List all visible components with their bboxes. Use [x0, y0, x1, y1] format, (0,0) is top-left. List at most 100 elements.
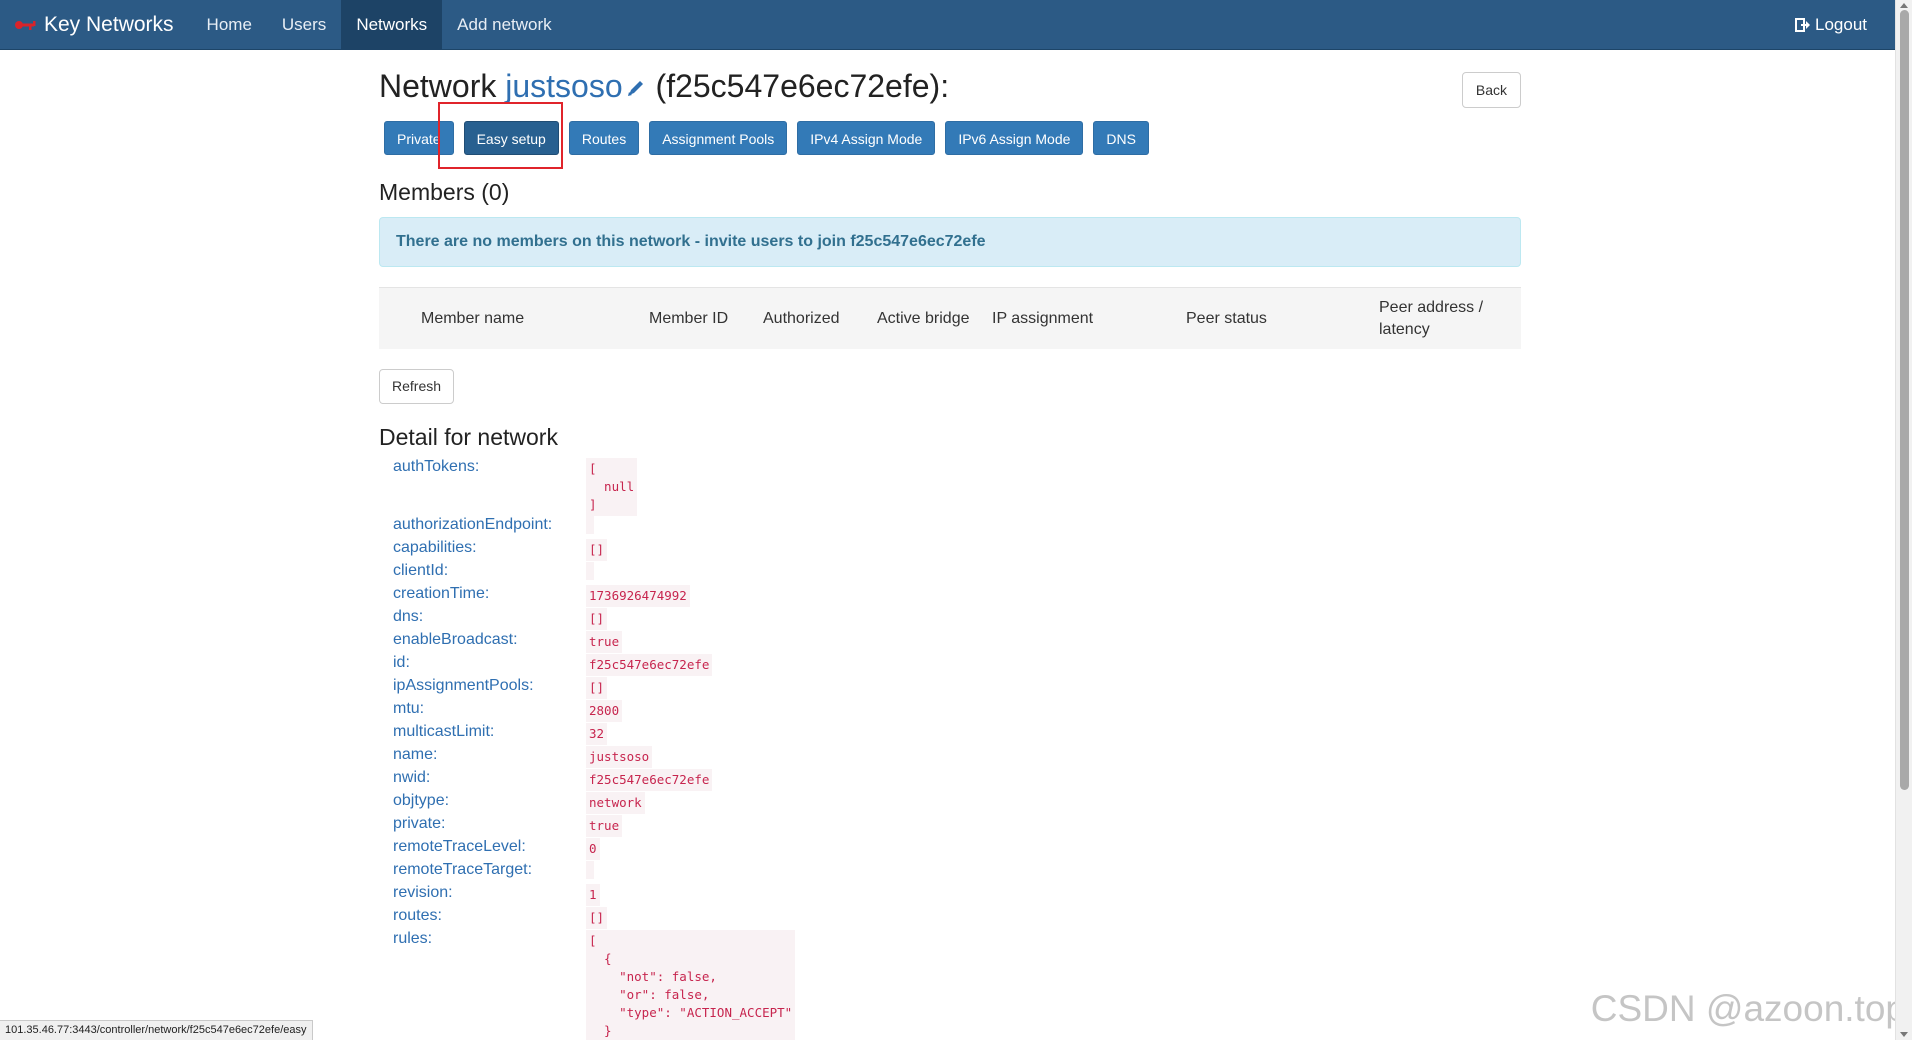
brand-link[interactable]: Key Networks: [0, 0, 192, 50]
detail-key: remoteTraceLevel:: [393, 838, 526, 855]
detail-row: name: justsoso: [393, 746, 1293, 769]
detail-key: revision:: [393, 884, 453, 901]
detail-key: remoteTraceTarget:: [393, 861, 533, 878]
nav-home[interactable]: Home: [192, 0, 267, 50]
status-bar-url: 101.35.46.77:3443/controller/network/f25…: [0, 1020, 313, 1040]
detail-value: f25c547e6ec72efe: [586, 769, 713, 791]
detail-row: id: f25c547e6ec72efe: [393, 654, 1293, 677]
watermark: CSDN @azoon.top: [1590, 988, 1906, 1029]
refresh-button[interactable]: Refresh: [379, 369, 455, 404]
detail-key: authorizationEndpoint:: [393, 516, 553, 533]
detail-row: routes: []: [393, 907, 1293, 930]
main-container: Network justsoso (f25c547e6ec72efe): Bac…: [379, 50, 1521, 124]
detail-value: []: [586, 907, 608, 929]
detail-key: clientId:: [393, 562, 449, 579]
pencil-icon[interactable]: [625, 77, 647, 99]
back-button[interactable]: Back: [1461, 72, 1521, 108]
detail-list: authTokens: [ null ] authorizationEndpoi…: [393, 458, 1293, 1040]
detail-key: dns:: [393, 608, 424, 625]
detail-row: nwid: f25c547e6ec72efe: [393, 769, 1293, 792]
title-row: Network justsoso (f25c547e6ec72efe): Bac…: [379, 50, 1521, 124]
detail-row: capabilities: []: [393, 539, 1293, 562]
logout-link[interactable]: Logout: [1795, 0, 1895, 50]
easy-setup-button[interactable]: Easy setup: [463, 121, 559, 155]
nav-add-network[interactable]: Add network: [442, 0, 567, 50]
vertical-scrollbar[interactable]: [1895, 0, 1912, 1040]
detail-value: [586, 861, 594, 879]
detail-key: rules:: [393, 930, 433, 947]
detail-value: f25c547e6ec72efe: [586, 654, 713, 676]
detail-row-rules: rules: [ { "not": false, "or": false, "t…: [393, 930, 1293, 1040]
detail-row: authorizationEndpoint:: [393, 516, 1293, 539]
detail-value: 0: [586, 838, 600, 860]
detail-value: [586, 516, 594, 534]
detail-row: clientId:: [393, 562, 1293, 585]
detail-value: []: [586, 539, 608, 561]
detail-row: remoteTraceLevel: 0: [393, 838, 1293, 861]
col-ip-assignment[interactable]: IP assignment: [992, 288, 1122, 350]
detail-value: [ { "not": false, "or": false, "type": "…: [586, 930, 796, 1040]
col-member-id[interactable]: Member ID: [649, 288, 749, 350]
dns-button[interactable]: DNS: [1093, 121, 1149, 155]
detail-row: mtu: 2800: [393, 700, 1293, 723]
members-table-header: Member name Member ID Authorized Active …: [379, 287, 1521, 349]
detail-key: name:: [393, 746, 438, 763]
detail-heading: Detail for network: [379, 424, 558, 450]
scrollbar-thumb[interactable]: [1900, 10, 1909, 790]
detail-key: multicastLimit:: [393, 723, 495, 740]
detail-value: 2800: [586, 700, 623, 722]
detail-key: id:: [393, 654, 410, 671]
detail-key: creationTime:: [393, 585, 490, 602]
routes-button[interactable]: Routes: [568, 121, 640, 155]
scroll-up-icon[interactable]: [1900, 3, 1908, 8]
detail-row: multicastLimit: 32: [393, 723, 1293, 746]
nav-networks[interactable]: Networks: [341, 0, 443, 50]
detail-value: justsoso: [586, 746, 653, 768]
col-member-name[interactable]: Member name: [421, 288, 601, 350]
detail-value: network: [586, 792, 645, 814]
col-peer-address[interactable]: Peer address / latency: [1379, 288, 1494, 350]
detail-value: 1736926474992: [586, 585, 690, 607]
col-active-bridge[interactable]: Active bridge: [877, 288, 987, 350]
detail-key: capabilities:: [393, 539, 477, 556]
detail-row: private: true: [393, 815, 1293, 838]
detail-value: 1: [586, 884, 600, 906]
private-button[interactable]: Private: [384, 121, 454, 155]
detail-row: enableBroadcast: true: [393, 631, 1293, 654]
detail-row: dns: []: [393, 608, 1293, 631]
brand-label: Key Networks: [44, 12, 174, 36]
ipv6-assign-mode-button[interactable]: IPv6 Assign Mode: [945, 121, 1084, 155]
assignment-pools-button[interactable]: Assignment Pools: [649, 121, 788, 155]
network-id: (f25c547e6ec72efe):: [655, 68, 950, 104]
detail-value: []: [586, 677, 608, 699]
detail-row: remoteTraceTarget:: [393, 861, 1293, 884]
nav-users[interactable]: Users: [267, 0, 341, 50]
detail-row: objtype: network: [393, 792, 1293, 815]
detail-value: true: [586, 815, 623, 837]
col-authorized[interactable]: Authorized: [763, 288, 863, 350]
detail-key: objtype:: [393, 792, 450, 809]
detail-key: nwid:: [393, 769, 431, 786]
network-name-link[interactable]: justsoso: [505, 68, 622, 104]
no-members-alert: There are no members on this network - i…: [379, 217, 1521, 267]
detail-row: revision: 1: [393, 884, 1293, 907]
detail-row-authtokens: authTokens: [ null ]: [393, 458, 1293, 516]
logout-label: Logout: [1815, 14, 1867, 34]
detail-key: routes:: [393, 907, 442, 924]
scroll-down-icon[interactable]: [1900, 1032, 1908, 1037]
detail-row: ipAssignmentPools: []: [393, 677, 1293, 700]
ipv4-assign-mode-button[interactable]: IPv4 Assign Mode: [797, 121, 936, 155]
detail-key: private:: [393, 815, 446, 832]
col-peer-status[interactable]: Peer status: [1186, 288, 1306, 350]
page-title: Network justsoso (f25c547e6ec72efe):: [379, 68, 949, 105]
key-icon: [15, 20, 36, 30]
detail-value: [ null ]: [586, 458, 638, 516]
detail-row: creationTime: 1736926474992: [393, 585, 1293, 608]
detail-key: ipAssignmentPools:: [393, 677, 534, 694]
detail-value: 32: [586, 723, 608, 745]
detail-key: mtu:: [393, 700, 425, 717]
detail-key: enableBroadcast:: [393, 631, 518, 648]
title-prefix: Network: [379, 68, 497, 104]
detail-value: true: [586, 631, 623, 653]
action-button-row: Private Easy setup Routes Assignment Poo…: [384, 121, 1159, 157]
